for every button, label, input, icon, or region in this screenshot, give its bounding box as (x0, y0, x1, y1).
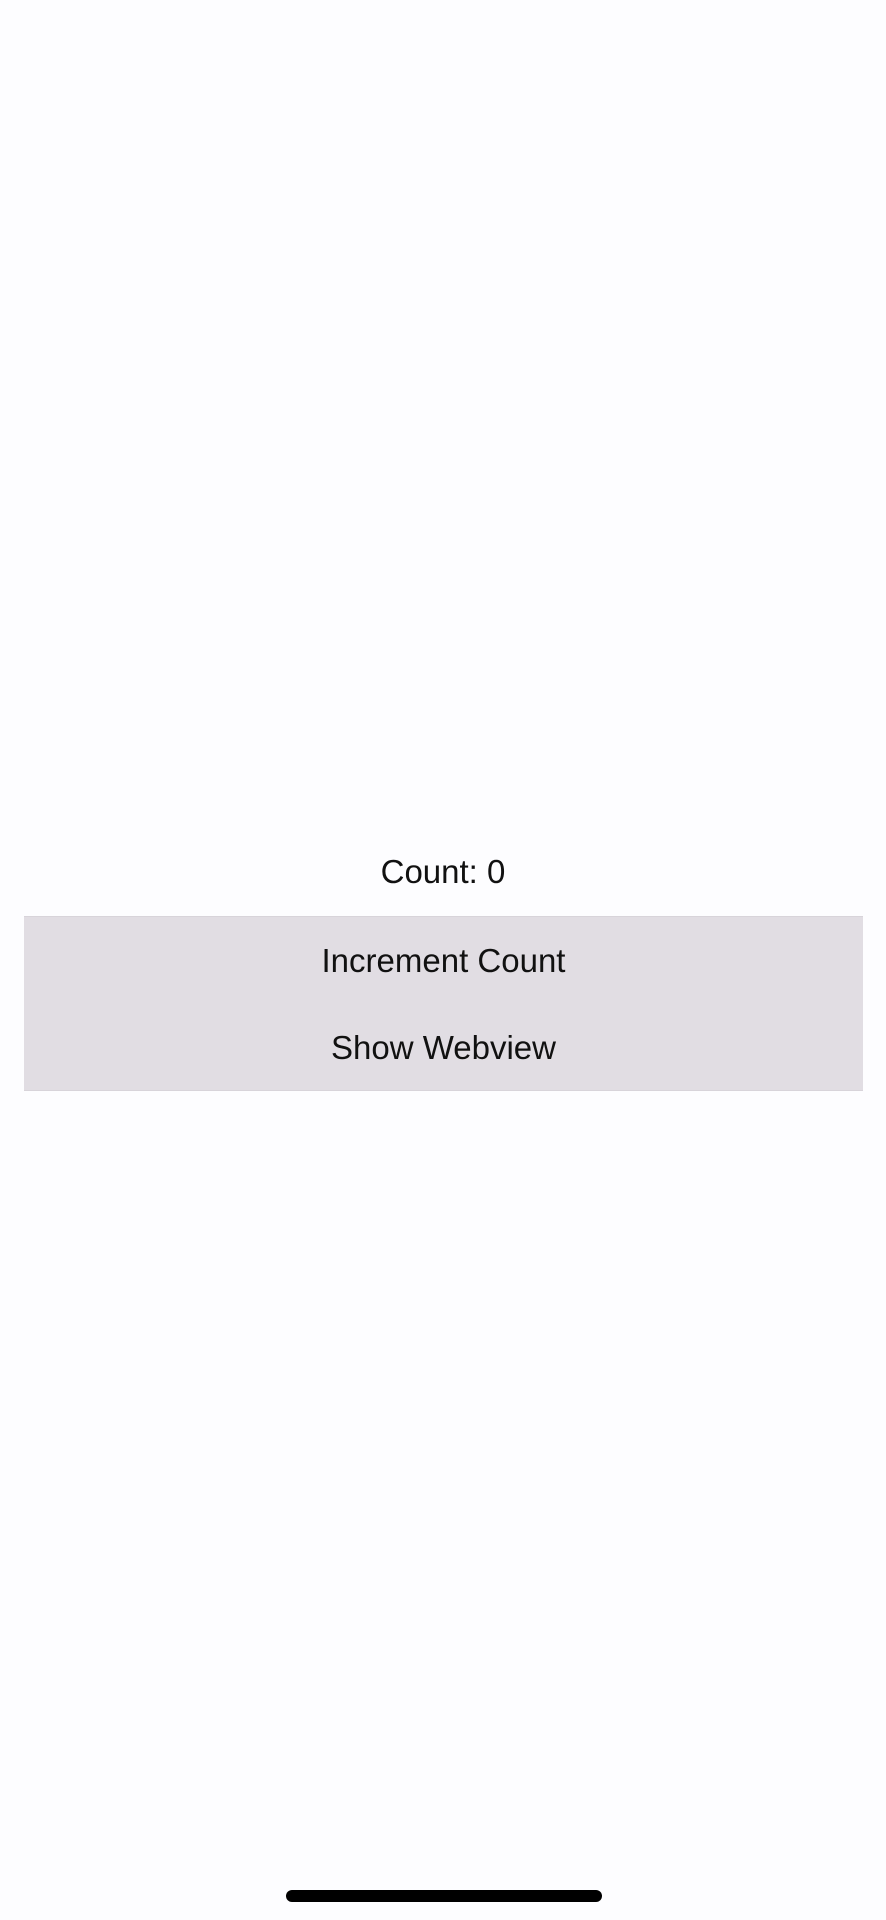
home-indicator[interactable] (286, 1890, 602, 1902)
show-webview-button[interactable]: Show Webview (24, 1004, 863, 1091)
button-group: Increment Count Show Webview (24, 916, 863, 1091)
count-label: Count: 0 (380, 853, 506, 890)
increment-count-button[interactable]: Increment Count (24, 917, 863, 1004)
